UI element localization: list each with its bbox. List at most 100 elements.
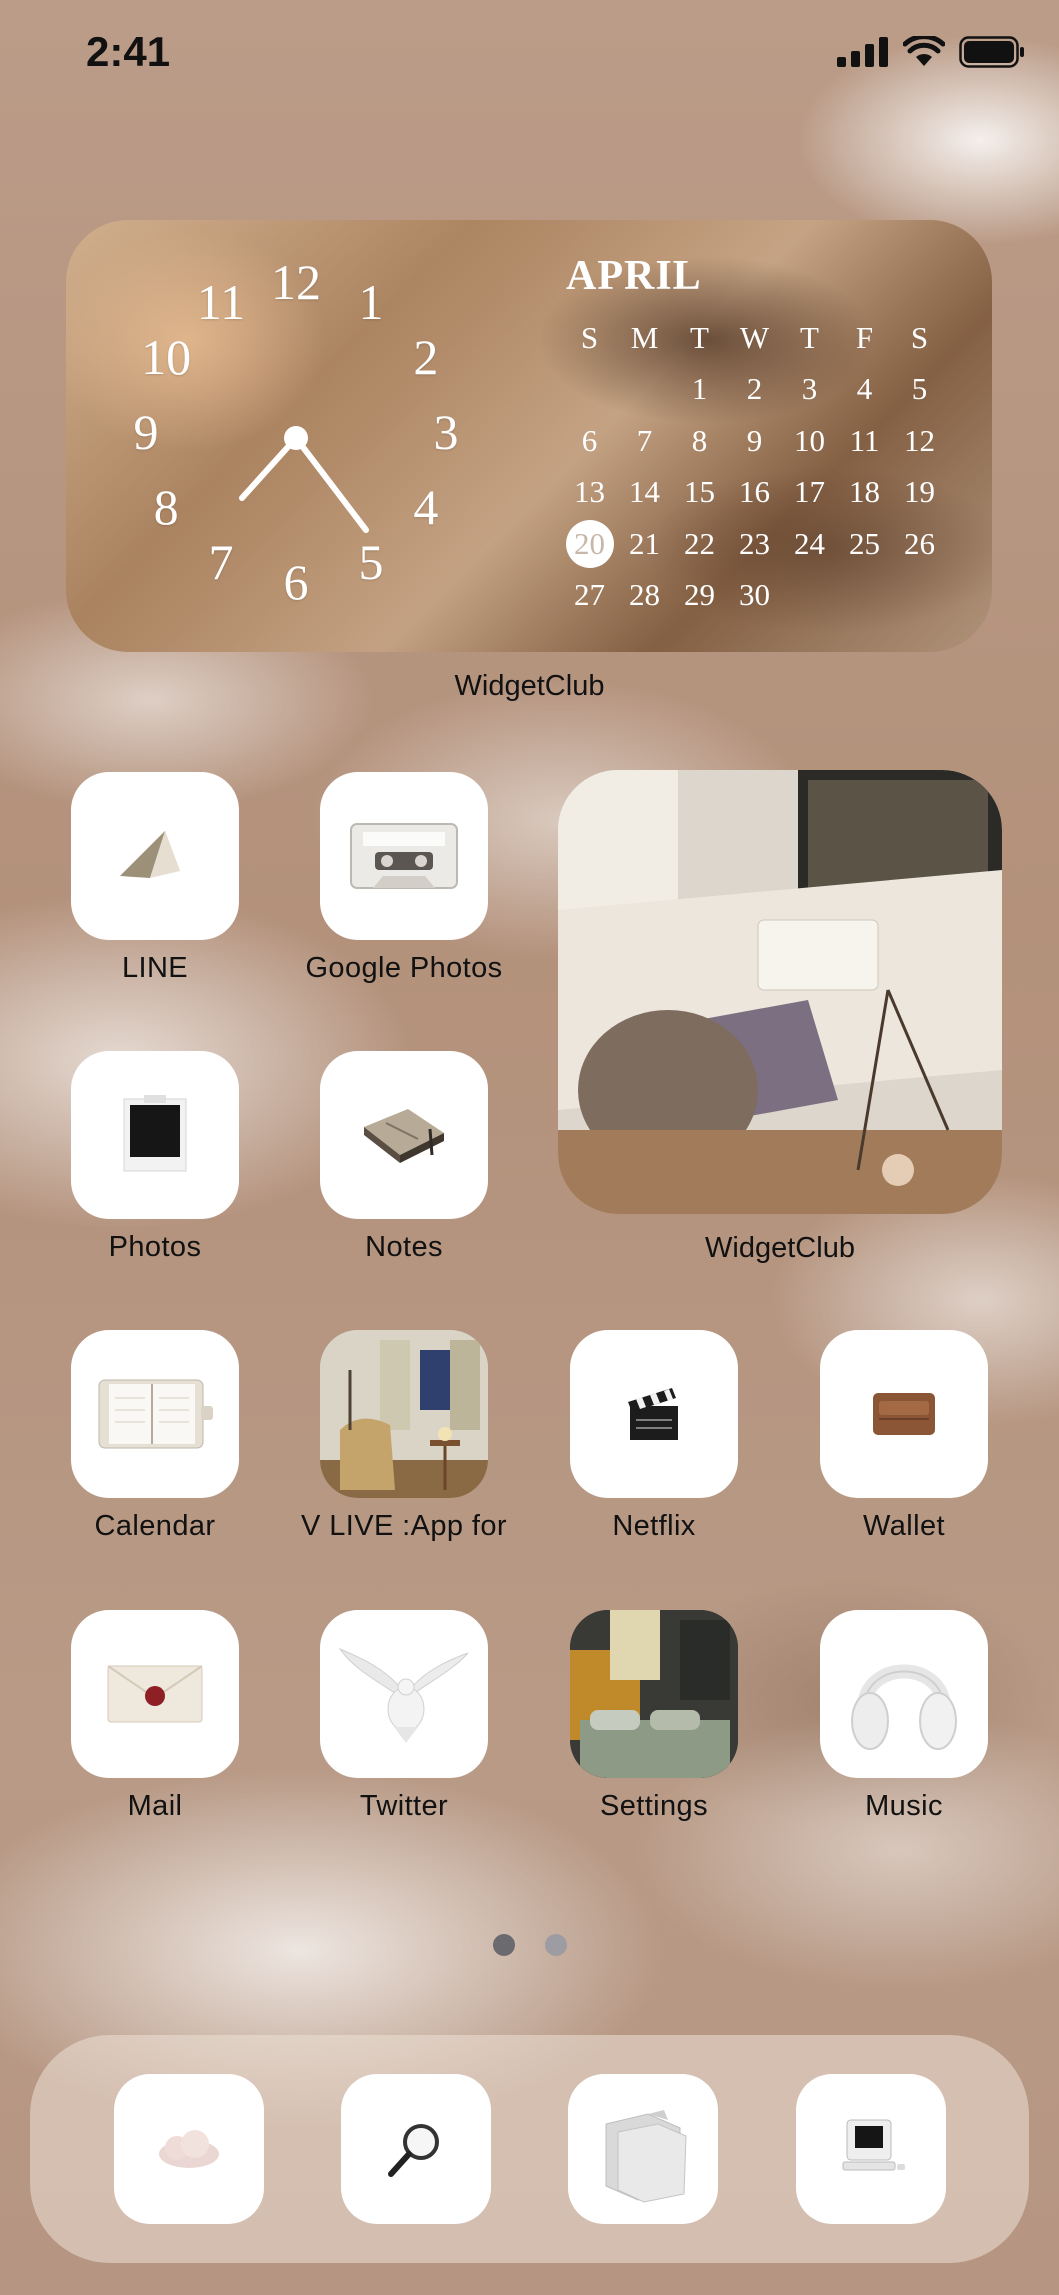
minute-hand [293, 435, 369, 533]
calendar-day [782, 570, 837, 622]
wallet-icon [873, 1393, 935, 1435]
calendar-day: 19 [904, 474, 935, 510]
page-dot-active[interactable] [492, 1934, 515, 1956]
app-mail[interactable]: Mail [30, 1610, 280, 1823]
app-label: Notes [365, 1231, 443, 1263]
app-label: Mail [127, 1790, 183, 1822]
battery-icon [959, 36, 1024, 68]
photo-widget[interactable] [558, 770, 1002, 1214]
app-google-photos[interactable]: Google Photos [279, 772, 529, 985]
clock-hands [239, 426, 369, 533]
status-icons [837, 36, 1025, 68]
app-settings[interactable]: Settings [529, 1610, 779, 1823]
room-photo-icon [320, 1330, 488, 1498]
app-music[interactable]: Music [779, 1610, 1029, 1823]
dock-app-search[interactable] [341, 2074, 491, 2224]
calendar-day: 6 [581, 422, 598, 458]
page-indicator[interactable] [0, 1934, 1059, 1956]
calendar-day: 5 [911, 371, 928, 407]
calendar-day: 4 [856, 371, 873, 407]
calendar-day [892, 570, 947, 622]
widget-caption: WidgetClub [454, 670, 605, 702]
calendar-day: 1 [691, 371, 708, 407]
app-label: Photos [108, 1231, 202, 1263]
calendar-today-badge: 20 [565, 519, 614, 568]
photo-widget-caption: WidgetClub [705, 1232, 855, 1264]
app-tile[interactable] [820, 1610, 988, 1778]
calendar-weekday: S [910, 319, 929, 355]
calendar-weekday: W [739, 319, 770, 355]
calendar-day: 18 [849, 474, 880, 510]
calendar-day: 13 [574, 474, 605, 510]
calendar-day [837, 570, 892, 622]
calendar-day: 22 [684, 525, 715, 561]
app-tile[interactable] [71, 1610, 239, 1778]
calendar-day: 9 [746, 422, 763, 458]
hour-hand [239, 435, 299, 501]
app-tile[interactable] [820, 1330, 988, 1498]
calendar-day [562, 364, 617, 416]
app-label: Music [865, 1790, 943, 1822]
dock-app-computer[interactable] [796, 2074, 946, 2224]
app-tile[interactable] [71, 772, 239, 940]
clock-calendar-widget[interactable]: 12 1 2 3 4 5 6 7 8 9 10 11 APRIL S M T W T F S 1 2 3 4 5 6 7 8 9 10… [66, 220, 992, 652]
signal-icon [837, 37, 888, 67]
calendar-weekday: F [855, 319, 874, 355]
envelope-icon [107, 1665, 203, 1723]
app-tile[interactable] [570, 1610, 738, 1778]
calendar-weekday: M [630, 319, 659, 355]
app-tile[interactable] [320, 1330, 488, 1498]
app-netflix[interactable]: Netflix [529, 1330, 779, 1543]
calendar-day: 12 [904, 422, 935, 458]
app-twitter[interactable]: Twitter [279, 1610, 529, 1823]
folder-icon [605, 2110, 687, 2203]
app-notes[interactable]: Notes [279, 1051, 529, 1264]
calendar-day: 29 [684, 577, 715, 613]
calendar-day: 16 [739, 474, 770, 510]
calendar-day: 3 [801, 371, 818, 407]
calendar-grid: S M T W T F S 1 2 3 4 5 6 7 8 9 10 11 12 13 14 15 16 17 18 19 20 21… [562, 312, 962, 621]
calendar-day: 28 [629, 577, 660, 613]
app-wallet[interactable]: Wallet [779, 1330, 1029, 1543]
calendar-day: 21 [629, 525, 660, 561]
calendar-day: 8 [691, 422, 708, 458]
app-label: V LIVE :App for [301, 1510, 507, 1542]
app-label: Netflix [612, 1510, 696, 1542]
page-dot[interactable] [544, 1934, 567, 1956]
origami-plane-icon [120, 831, 180, 878]
calendar-day: 15 [684, 474, 715, 510]
app-tile[interactable] [320, 772, 488, 940]
calendar-day [617, 364, 672, 416]
app-tile[interactable] [71, 1051, 239, 1219]
app-photos[interactable]: Photos [30, 1051, 280, 1264]
app-line[interactable]: LINE [30, 772, 280, 985]
dock-app-cloud[interactable] [114, 2074, 264, 2224]
calendar-weekday: T [690, 319, 709, 355]
bedroom-photo-icon [570, 1610, 738, 1778]
app-label: LINE [121, 952, 189, 984]
calendar-weekday: T [800, 319, 819, 355]
clapperboard-icon [628, 1388, 678, 1440]
calendar-day: 10 [794, 422, 825, 458]
dock-app-files[interactable] [568, 2074, 718, 2224]
app-tile[interactable] [71, 1330, 239, 1498]
app-label: Twitter [359, 1790, 449, 1822]
app-tile[interactable] [320, 1610, 488, 1778]
app-tile[interactable] [570, 1330, 738, 1498]
calendar-month: APRIL [566, 253, 702, 299]
app-tile[interactable] [320, 1051, 488, 1219]
app-calendar[interactable]: Calendar [30, 1330, 280, 1543]
app-label: Wallet [863, 1510, 945, 1542]
calendar-weekday: S [580, 319, 599, 355]
app-v-live[interactable]: V LIVE :App for [279, 1330, 529, 1543]
planner-icon [98, 1379, 213, 1449]
calendar-day: 24 [794, 525, 825, 561]
calendar-day: 2 [746, 371, 763, 407]
computer-icon [842, 2119, 905, 2171]
calendar-day: 26 [904, 525, 935, 561]
calendar-day: 7 [636, 422, 653, 458]
app-label: Google Photos [305, 952, 503, 984]
clock-center [284, 426, 308, 450]
notebook-icon [364, 1109, 444, 1163]
calendar-day: 14 [629, 474, 660, 510]
